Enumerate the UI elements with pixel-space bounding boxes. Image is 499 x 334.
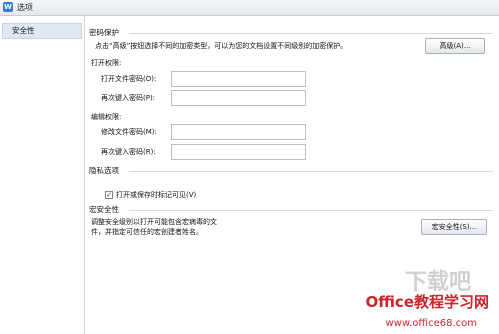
advanced-button[interactable]: 高级(A)... xyxy=(425,38,485,54)
macro-description-line1: 调整安全级别以打开可能包含宏病毒的文 xyxy=(91,218,217,226)
window-title: 选项 xyxy=(17,3,33,12)
open-password-field[interactable] xyxy=(171,71,306,87)
section-divider xyxy=(129,210,493,211)
edit-permission-title: 编辑权限: xyxy=(91,113,122,121)
sidebar-item-security[interactable]: 安全性 xyxy=(2,23,82,39)
open-confirm-field[interactable] xyxy=(171,90,306,106)
edit-password-field[interactable] xyxy=(171,124,306,140)
sidebar: 安全性 xyxy=(0,16,85,334)
title-bar: W 选项 xyxy=(0,0,499,16)
watermark-brand: Office教程学习网 xyxy=(365,293,489,311)
macro-description-line2: 件，并指定可信任的宏创建者姓名。 xyxy=(91,228,203,236)
edit-confirm-field[interactable] xyxy=(171,144,306,160)
mark-visible-checkbox[interactable]: ✓ xyxy=(105,191,113,199)
open-confirm-label: 再次键入密码(P): xyxy=(101,94,156,102)
section-divider xyxy=(129,33,493,34)
section-title-macro: 宏安全性 xyxy=(89,205,119,214)
section-divider xyxy=(129,171,493,172)
section-title-password: 密码保护 xyxy=(89,28,119,37)
macro-security-button[interactable]: 宏安全性(S)... xyxy=(421,219,487,235)
password-description: 点击“高级”按钮选择不同的加密类型，可以为您的文档设置不同级别的加密保护。 xyxy=(95,42,348,50)
section-title-privacy: 隐私选项 xyxy=(89,166,119,175)
watermark-url: www.office68.com xyxy=(385,318,478,329)
edit-password-label: 修改文件密码(M): xyxy=(101,128,157,136)
options-dialog: W 选项 安全性 密码保护 点击“高级”按钮选择不同的加密类型，可以为您的文档设… xyxy=(0,0,499,334)
wps-writer-icon: W xyxy=(3,2,13,12)
open-permission-title: 打开权限: xyxy=(91,59,122,67)
mark-visible-label: 打开或保存时标记可见(V) xyxy=(116,191,197,199)
edit-confirm-label: 再次键入密码(R): xyxy=(101,148,156,156)
open-password-label: 打开文件密码(O): xyxy=(101,75,157,83)
